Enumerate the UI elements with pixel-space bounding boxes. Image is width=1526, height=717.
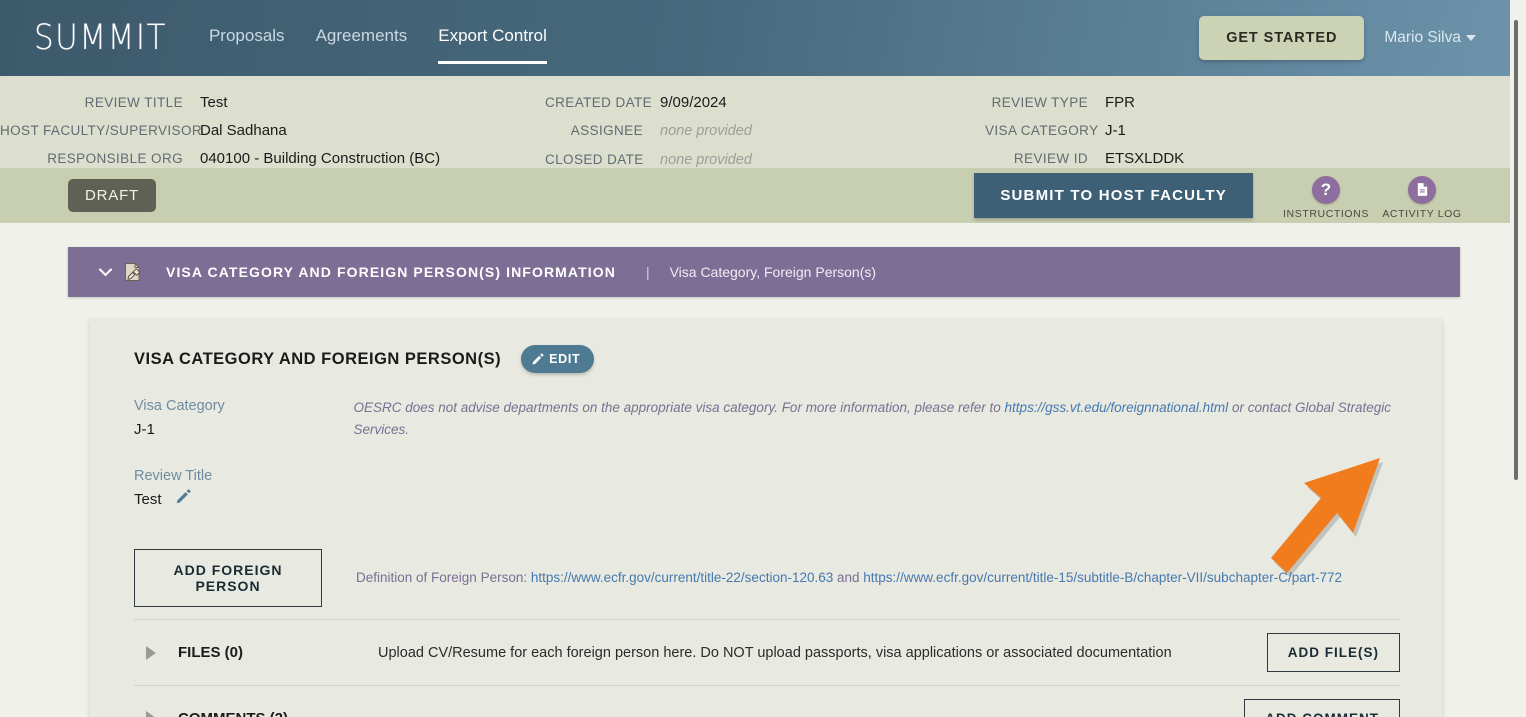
metadata-label: REVIEW TITLE [84,95,183,110]
metadata-label: HOST FACULTY/SUPERVISOR [0,123,202,138]
main-content: VISA CATEGORY AND FOREIGN PERSON(S) INFO… [0,223,1526,717]
metadata-row-created-date: CREATED DATE 9/09/2024 [545,90,985,115]
user-menu[interactable]: Mario Silva [1384,29,1502,47]
instructions-action[interactable]: ? INSTRUCTIONS [1278,175,1374,220]
gss-link[interactable]: https://gss.vt.edu/foreignnational.html [1005,400,1229,415]
definition-prefix: Definition of Foreign Person: [356,570,531,585]
metadata-label: REVIEW TYPE [991,95,1088,110]
pencil-icon [532,353,544,365]
metadata-column-1: REVIEW TITLE Test HOST FACULTY/SUPERVISO… [0,90,545,167]
metadata-row-visa-category: VISA CATEGORY J-1 [985,118,1385,143]
visa-category-field-row: Visa Category J-1 OESRC does not advise … [134,395,1400,443]
nav-item-export-control[interactable]: Export Control [438,26,547,74]
form-edit-icon [122,261,156,283]
ecfr-title22-link[interactable]: https://www.ecfr.gov/current/title-22/se… [531,570,833,585]
activity-log-icon [1408,175,1436,204]
page-scrollbar[interactable] [1510,0,1526,717]
add-foreign-person-row: ADD FOREIGN PERSON Definition of Foreign… [134,549,1400,607]
edit-button-label: EDIT [549,352,581,366]
add-foreign-person-button[interactable]: ADD FOREIGN PERSON [134,549,322,607]
metadata-label: CREATED DATE [545,95,653,110]
main-nav-links: Proposals Agreements Export Control [209,0,547,76]
activity-log-label: ACTIVITY LOG [1382,207,1462,220]
chevron-down-icon[interactable] [88,268,122,277]
metadata-value: FPR [1105,94,1135,111]
section-title: VISA CATEGORY AND FOREIGN PERSON(S) INFO… [166,264,616,280]
visa-category-field: Visa Category J-1 [134,395,353,443]
metadata-label: ASSIGNEE [570,123,643,138]
metadata-column-3: REVIEW TYPE FPR VISA CATEGORY J-1 REVIEW… [985,90,1385,167]
foreign-person-definition: Definition of Foreign Person: https://ww… [356,567,1342,589]
review-title-field-row: Review Title Test [134,465,1400,513]
metadata-row-review-title: REVIEW TITLE Test [0,90,545,115]
ecfr-title15-link[interactable]: https://www.ecfr.gov/current/title-15/su… [863,570,1342,585]
review-title-value: Test [134,491,162,508]
chevron-down-icon [1466,34,1476,41]
files-description: Upload CV/Resume for each foreign person… [378,644,1172,661]
review-metadata-strip: REVIEW TITLE Test HOST FACULTY/SUPERVISO… [0,76,1526,168]
question-mark-icon: ? [1312,175,1340,204]
action-bar-right-group: SUBMIT TO HOST FACULTY ? INSTRUCTIONS AC… [974,172,1470,220]
metadata-value: Test [200,94,228,111]
action-bar: DRAFT SUBMIT TO HOST FACULTY ? INSTRUCTI… [0,168,1526,223]
activity-log-action[interactable]: ACTIVITY LOG [1374,175,1470,220]
visa-category-note: OESRC does not advise departments on the… [353,395,1400,443]
summit-logo[interactable]: SUMMIT [34,20,167,56]
nav-right-group: GET STARTED Mario Silva [1199,16,1502,60]
note-prefix: OESRC does not advise departments on the… [353,400,1005,415]
comments-label: COMMENTS (2) [178,710,378,717]
nav-item-proposals[interactable]: Proposals [209,26,285,74]
edit-review-title-icon[interactable] [176,487,192,513]
metadata-column-2: CREATED DATE 9/09/2024 ASSIGNEE none pro… [545,90,985,168]
metadata-label: VISA CATEGORY [985,123,1099,138]
definition-middle: and [833,570,864,585]
visa-category-card: VISA CATEGORY AND FOREIGN PERSON(S) EDIT… [90,319,1442,717]
top-navigation-bar: SUMMIT Proposals Agreements Export Contr… [0,0,1526,76]
metadata-value: J-1 [1105,122,1126,139]
metadata-value: 9/09/2024 [660,94,727,111]
files-row: FILES (0) Upload CV/Resume for each fore… [134,619,1400,685]
expand-triangle-icon[interactable] [146,645,156,660]
metadata-value: Dal Sadhana [200,122,287,139]
section-header-visa-category[interactable]: VISA CATEGORY AND FOREIGN PERSON(S) INFO… [68,247,1460,297]
metadata-row-host-faculty: HOST FACULTY/SUPERVISOR Dal Sadhana [0,118,545,143]
section-divider: | [645,264,650,280]
nav-item-agreements[interactable]: Agreements [316,26,408,74]
metadata-value: none provided [660,123,752,139]
metadata-row-assignee: ASSIGNEE none provided [545,118,985,144]
card-title: VISA CATEGORY AND FOREIGN PERSON(S) [134,349,502,368]
review-title-value-group: Test [134,487,364,513]
review-title-label: Review Title [134,468,213,484]
edit-button[interactable]: EDIT [521,345,595,373]
scrollbar-thumb[interactable] [1514,20,1518,480]
review-title-field: Review Title Test [134,465,364,513]
status-badge: DRAFT [68,179,156,212]
instructions-label: INSTRUCTIONS [1283,207,1369,220]
files-label: FILES (0) [178,644,244,661]
add-files-button[interactable]: ADD FILE(S) [1266,633,1400,672]
user-name-label: Mario Silva [1384,29,1461,46]
submit-to-host-faculty-button[interactable]: SUBMIT TO HOST FACULTY [974,173,1253,218]
visa-category-value: J-1 [134,421,155,438]
card-header: VISA CATEGORY AND FOREIGN PERSON(S) EDIT [134,345,1400,373]
expand-triangle-icon[interactable] [146,711,156,717]
metadata-row-review-type: REVIEW TYPE FPR [985,90,1385,115]
comments-row: COMMENTS (2) ADD COMMENT [134,685,1400,717]
add-comment-button[interactable]: ADD COMMENT [1244,698,1400,717]
get-started-button[interactable]: GET STARTED [1199,16,1365,60]
section-subtitle: Visa Category, Foreign Person(s) [669,264,877,280]
visa-category-label: Visa Category [134,398,225,414]
